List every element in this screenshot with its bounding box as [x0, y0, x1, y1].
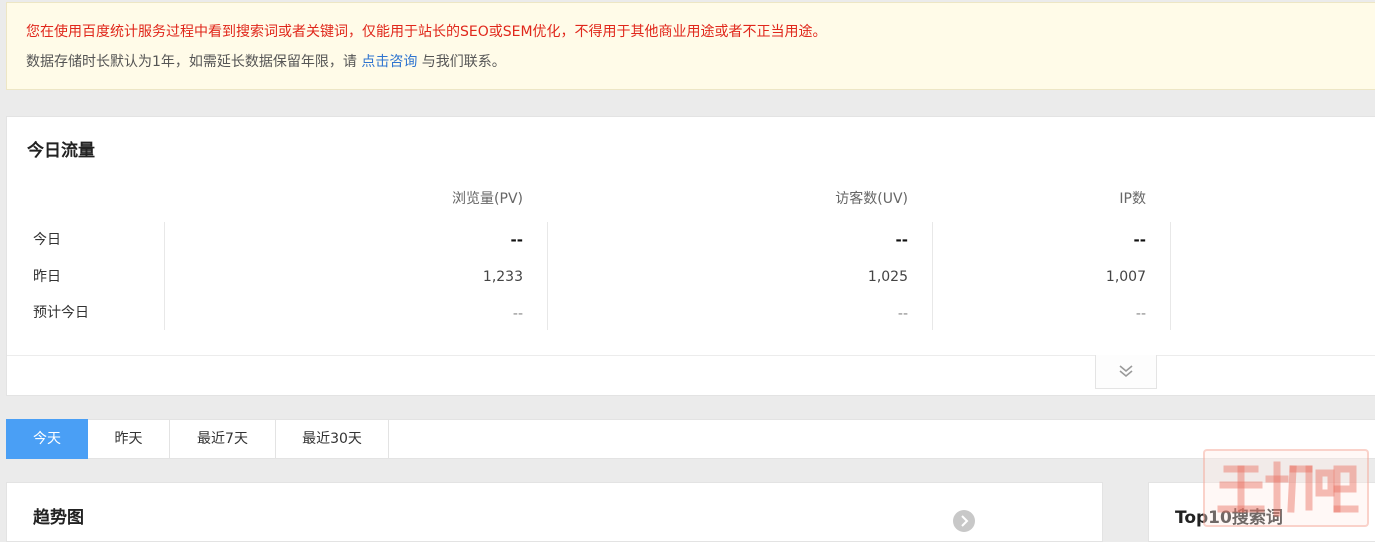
watermark-logo-icon: [1217, 461, 1359, 517]
watermark-logo: [1203, 449, 1369, 527]
forecast-uv-value: --: [897, 306, 908, 322]
double-chevron-down-icon: [1119, 365, 1133, 378]
tab-yesterday[interactable]: 昨天: [88, 419, 170, 459]
row-label-today: 今日: [33, 232, 61, 248]
column-divider: [932, 222, 933, 330]
usage-warning-text: 您在使用百度统计服务过程中看到搜索词或者关键词，仅能用于站长的SEO或SEM优化…: [26, 24, 827, 40]
panel-divider: [7, 355, 1375, 356]
row-label-yesterday: 昨日: [33, 269, 61, 285]
forecast-pv-value: --: [512, 306, 523, 322]
today-traffic-panel: 今日流量 浏览量(PV) 访客数(UV) IP数 今日 -- -- -- 昨日 …: [6, 116, 1375, 396]
forecast-ip-value: --: [1135, 306, 1146, 322]
storage-notice-suffix: 与我们联系。: [417, 54, 506, 70]
today-uv-value: --: [895, 231, 908, 249]
column-divider: [547, 222, 548, 330]
today-ip-value: --: [1133, 231, 1146, 249]
row-label-forecast: 预计今日: [33, 305, 89, 321]
tab-last-7-days[interactable]: 最近7天: [170, 419, 276, 459]
yesterday-ip-value: 1,007: [1105, 269, 1146, 285]
today-pv-value: --: [510, 231, 523, 249]
trend-card: 趋势图: [6, 482, 1103, 542]
column-divider: [1170, 222, 1171, 330]
column-divider: [164, 222, 165, 330]
column-header-pv: 浏览量(PV): [452, 191, 523, 207]
column-header-ip: IP数: [1119, 191, 1146, 207]
trend-title: 趋势图: [33, 508, 84, 528]
storage-notice-prefix: 数据存储时长默认为1年，如需延长数据保留年限，请: [26, 54, 362, 70]
tab-last-30-days[interactable]: 最近30天: [276, 419, 389, 459]
today-traffic-title: 今日流量: [27, 141, 95, 161]
date-range-tabs: 今天 昨天 最近7天 最近30天: [6, 419, 1375, 459]
column-header-uv: 访客数(UV): [835, 191, 908, 207]
consult-link[interactable]: 点击咨询: [361, 54, 417, 70]
storage-notice-text: 数据存储时长默认为1年，如需延长数据保留年限，请 点击咨询 与我们联系。: [26, 52, 506, 72]
yesterday-pv-value: 1,233: [482, 269, 523, 285]
notice-banner: 您在使用百度统计服务过程中看到搜索词或者关键词，仅能用于站长的SEO或SEM优化…: [6, 2, 1375, 90]
yesterday-uv-value: 1,025: [867, 269, 908, 285]
expand-button[interactable]: [1095, 355, 1157, 389]
tab-today[interactable]: 今天: [6, 419, 88, 459]
chevron-right-circle-icon: [961, 515, 969, 527]
trend-next-button[interactable]: [953, 510, 975, 532]
